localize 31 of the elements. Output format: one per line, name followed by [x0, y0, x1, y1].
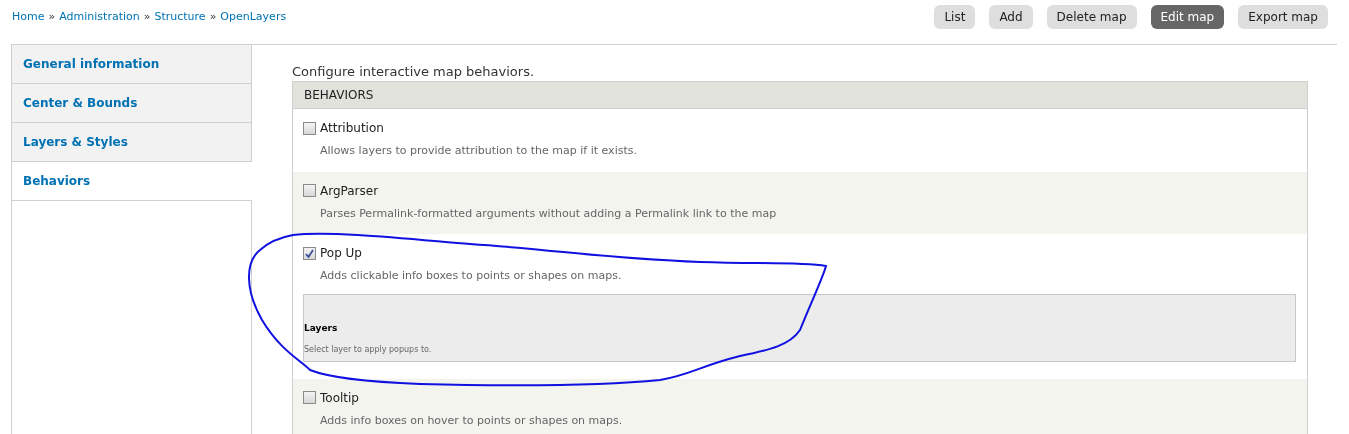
action-tab[interactable]: Edit map: [1150, 5, 1225, 29]
checkbox-label[interactable]: Tooltip: [320, 388, 359, 407]
description-text: Adds info boxes on hover to points or shapes on maps.: [319, 412, 624, 429]
checkbox[interactable]: [303, 391, 316, 404]
breadcrumb-separator: »: [48, 8, 56, 25]
breadcrumb-separator: »: [143, 8, 151, 25]
checkbox[interactable]: [303, 246, 316, 260]
breadcrumb-link[interactable]: Structure: [154, 8, 206, 26]
checkbox-label[interactable]: Attribution: [320, 119, 384, 137]
vertical-tab[interactable]: Layers & Styles: [12, 123, 252, 162]
intro-text: Configure interactive map behaviors.: [292, 63, 536, 81]
breadcrumb-link[interactable]: Home: [12, 8, 45, 26]
field-description: Select layer to apply popups to.: [304, 343, 433, 356]
checkbox-label[interactable]: Pop Up: [320, 244, 362, 262]
breadcrumb-link[interactable]: OpenLayers: [220, 8, 287, 26]
column-header: BEHAVIORS: [304, 87, 374, 104]
description-text: Adds clickable info boxes to points or shapes on maps.: [319, 268, 623, 284]
checkbox-label[interactable]: ArgParser: [320, 181, 379, 200]
checkbox[interactable]: [303, 121, 316, 135]
description-text: Parses Permalink-formatted arguments without adding a Permalink link to the map: [319, 205, 778, 222]
breadcrumb-separator: »: [209, 8, 217, 25]
action-tab[interactable]: Export map: [1238, 5, 1328, 29]
breadcrumb-link[interactable]: Administration: [59, 8, 140, 26]
action-tab[interactable]: Add: [989, 5, 1033, 29]
description-text: Allows layers to provide attribution to the map if it exists.: [319, 143, 638, 159]
field-label: Layers: [304, 322, 339, 335]
action-tab[interactable]: Delete map: [1046, 5, 1137, 29]
vertical-tab[interactable]: Center & Bounds: [12, 84, 252, 123]
action-tab[interactable]: List: [934, 5, 976, 29]
checkbox[interactable]: [303, 184, 316, 197]
vertical-tab[interactable]: General information: [12, 45, 252, 84]
